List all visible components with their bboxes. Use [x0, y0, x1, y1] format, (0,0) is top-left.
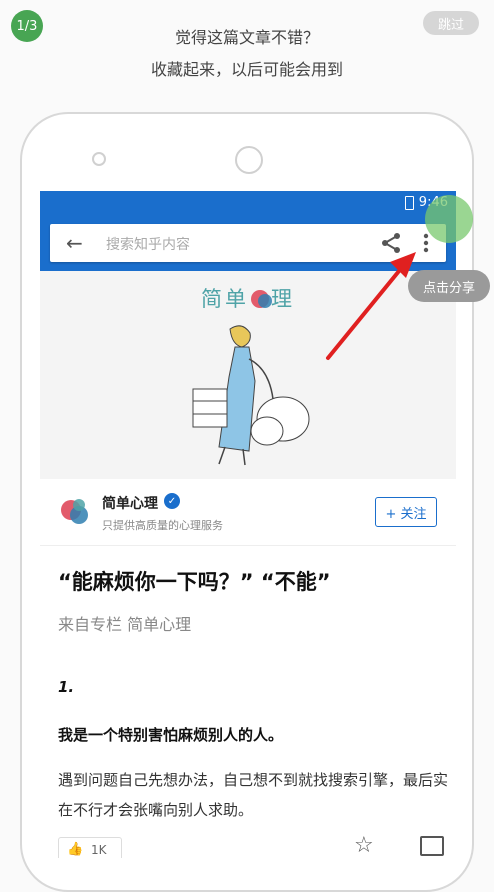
- author-avatar[interactable]: [58, 495, 92, 529]
- banner-brand-left: 简单: [201, 287, 249, 311]
- guide-text: 觉得这篇文章不错？ 收藏起来，以后可能会用到: [0, 22, 494, 86]
- article-title: “能麻烦你一下吗？” “不能”: [58, 570, 331, 594]
- status-bar: 9:46: [40, 191, 456, 215]
- pointer-arrow-icon: [326, 252, 416, 360]
- article-paragraph: 遇到问题自己先想办法，自己想不到就找搜索引擎，最后实在不行才会张嘴向别人求助。: [58, 771, 449, 819]
- back-arrow-icon[interactable]: ←: [66, 231, 83, 255]
- verified-icon: ✓: [164, 493, 180, 509]
- guide-line-1: 觉得这篇文章不错？: [174, 28, 319, 47]
- article-source[interactable]: 来自专栏 简单心理: [58, 611, 191, 635]
- banner-brand-right: 理: [271, 287, 295, 311]
- woman-with-bags-illustration: [192, 325, 310, 466]
- battery-icon: [405, 196, 414, 210]
- thumbs-up-icon: 👍: [67, 842, 84, 857]
- like-count: 1K: [91, 843, 107, 857]
- star-icon[interactable]: ☆: [354, 833, 374, 858]
- phone-camera: [235, 146, 263, 174]
- like-button[interactable]: 👍 1K: [58, 837, 122, 858]
- comment-icon[interactable]: [420, 836, 444, 856]
- brand-mark-icon: [251, 290, 272, 308]
- share-tooltip: 点击分享: [408, 270, 490, 302]
- section-number: 1.: [58, 678, 75, 696]
- author-card[interactable]: 简单心理 ✓ 只提供高质量的心理服务 + 关注: [40, 479, 456, 546]
- author-name[interactable]: 简单心理: [102, 493, 158, 513]
- highlight-dot: [425, 195, 473, 243]
- lead-sentence: 我是一个特别害怕麻烦别人的人。: [58, 726, 284, 744]
- search-placeholder[interactable]: 搜索知乎内容: [106, 234, 190, 254]
- author-bio: 只提供高质量的心理服务: [102, 519, 223, 532]
- guide-line-2: 收藏起来，以后可能会用到: [150, 60, 343, 79]
- follow-button[interactable]: + 关注: [375, 497, 437, 527]
- article-action-bar: 👍 1K ☆: [40, 831, 456, 858]
- phone-speaker: [92, 152, 106, 166]
